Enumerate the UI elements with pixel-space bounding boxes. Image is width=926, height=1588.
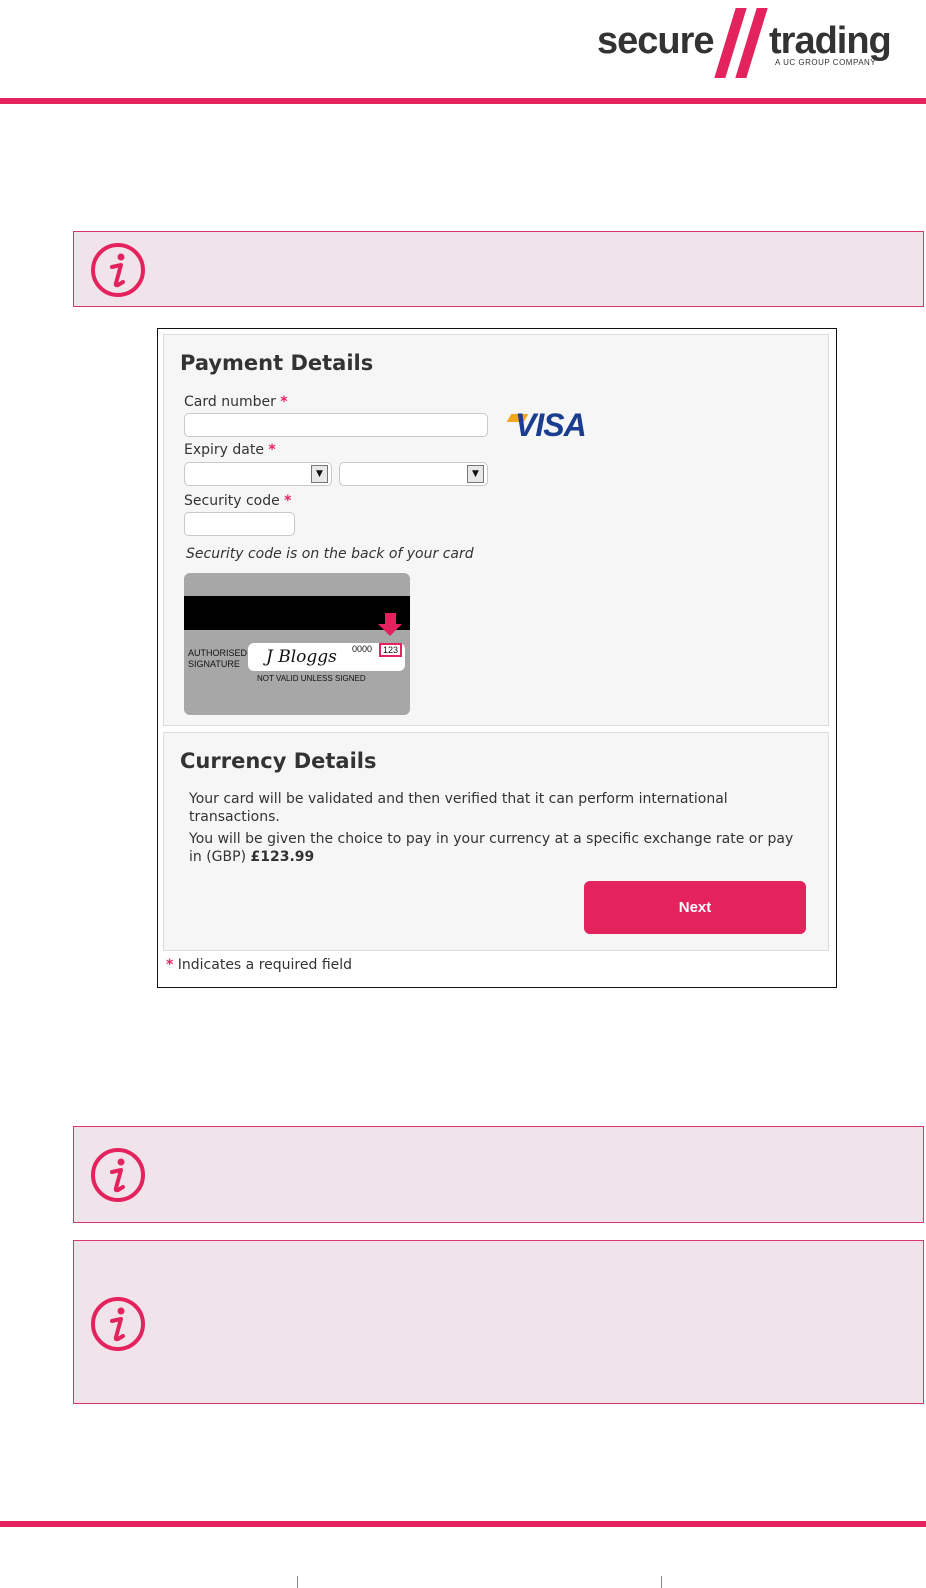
info-icon [91, 243, 145, 297]
sig-label-line2: SIGNATURE [188, 659, 240, 669]
security-code-hint: Security code is on the back of your car… [186, 546, 474, 562]
sig-label-line1: AUTHORISED [188, 648, 248, 658]
card-number-label-text: Card number [184, 394, 276, 410]
signature-strip: J Bloggs 0000 123 [248, 643, 405, 671]
card-digits: 0000 [352, 644, 373, 654]
card-number-label: Card number * [184, 394, 288, 410]
card-number-input[interactable] [184, 413, 488, 437]
footer-divider [661, 1576, 662, 1588]
card-back-image: AUTHORISED SIGNATURE J Bloggs 0000 123 N… [184, 573, 410, 715]
required-mark: * [284, 493, 292, 509]
footer-divider [297, 1576, 298, 1588]
logo-word-trading: trading [769, 20, 892, 62]
magnetic-stripe [184, 596, 410, 630]
info-icon [91, 1297, 145, 1351]
chevron-down-icon[interactable]: ▼ [467, 465, 484, 483]
currency-details-panel: Currency Details Your card will be valid… [163, 732, 829, 951]
security-code-input[interactable] [184, 512, 295, 536]
payment-page-screenshot: Payment Details Card number * VISA Expir… [157, 328, 837, 988]
currency-line-1: Your card will be validated and then ver… [189, 791, 728, 825]
payment-details-title: Payment Details [180, 351, 374, 375]
security-code-label: Security code * [184, 493, 291, 509]
arrow-down-icon-head [378, 624, 402, 636]
required-mark: * [280, 394, 288, 410]
expiry-date-label: Expiry date * [184, 442, 276, 458]
chevron-down-icon[interactable]: ▼ [311, 465, 328, 483]
header-rule [0, 98, 926, 104]
required-field-text: Indicates a required field [173, 957, 353, 973]
expiry-year-select[interactable]: ▼ [339, 462, 488, 486]
secure-trading-logo: secure trading A UC GROUP COMPANY [597, 6, 923, 78]
info-box [73, 1126, 924, 1223]
visa-logo: VISA [515, 407, 587, 443]
info-box [73, 1240, 924, 1404]
info-icon [91, 1148, 145, 1202]
currency-line-2: You will be given the choice to pay in y… [189, 830, 809, 866]
logo-tagline: A UC GROUP COMPANY [775, 58, 877, 67]
payment-details-panel: Payment Details Card number * VISA Expir… [163, 334, 829, 726]
currency-details-title: Currency Details [180, 749, 377, 773]
next-button[interactable]: Next [584, 881, 806, 934]
footer-rule [0, 1521, 926, 1527]
authorised-signature-label: AUTHORISED SIGNATURE [188, 648, 247, 670]
required-field-note: * Indicates a required field [166, 957, 352, 973]
not-valid-text: NOT VALID UNLESS SIGNED [257, 674, 366, 683]
expiry-month-select[interactable]: ▼ [184, 462, 332, 486]
info-box [73, 231, 924, 307]
required-mark: * [268, 442, 276, 458]
security-code-label-text: Security code [184, 493, 280, 509]
expiry-date-label-text: Expiry date [184, 442, 264, 458]
signature-text: J Bloggs [266, 647, 337, 667]
amount: £123.99 [250, 849, 315, 865]
cvv-highlight: 123 [379, 643, 402, 657]
logo-word-secure: secure [597, 20, 715, 62]
